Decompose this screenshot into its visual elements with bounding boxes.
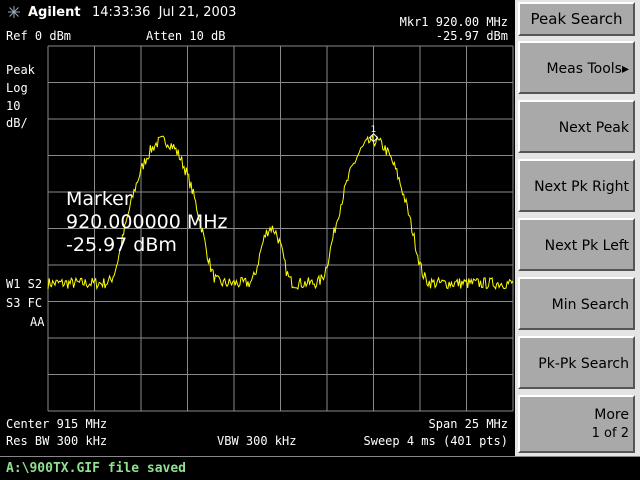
detector-mode: Peak [6,63,35,77]
sweep-time: Sweep 4 ms (401 pts) [363,434,509,448]
softkey-menu-title: Peak Search [518,2,635,36]
more-button[interactable]: More 1 of 2 [518,395,635,453]
softkey-label: Next Pk Left [544,238,629,254]
softkey-label: Meas Tools▸ [546,61,629,77]
marker-amplitude-header: -25.97 dBm [435,29,508,43]
softkey-sublabel: 1 of 2 [591,426,629,441]
meas-tools-button[interactable]: Meas Tools▸ [518,41,635,94]
next-peak-button[interactable]: Next Peak [518,100,635,153]
softkey-panel: Peak Search Meas Tools▸ Next Peak Next P… [515,0,640,456]
status-message: A:\900TX.GIF file saved [6,461,187,476]
softkey-label: More [594,407,629,423]
softkey-label: Pk-Pk Search [538,356,629,372]
min-search-button[interactable]: Min Search [518,277,635,330]
scale-type: Log [6,81,28,95]
trace-status-3: AA [30,315,45,329]
softkey-label: Min Search [551,297,629,313]
ref-level: Ref 0 dBm [6,29,72,43]
softkey-label: Next Pk Right [534,179,629,195]
marker-frequency-header: Mkr1 920.00 MHz [399,15,508,29]
analyzer-screen: Agilent 14:33:36 Jul 21, 2003 1 Ref 0 dB… [0,0,640,480]
marker-readout-amplitude: -25.97 dBm [66,234,177,256]
next-peak-left-button[interactable]: Next Pk Left [518,218,635,271]
scale-unit: dB/ [6,116,28,130]
trace-status-1: W1 S2 [6,277,43,291]
softkey-label: Next Peak [558,120,629,136]
status-bar: A:\900TX.GIF file saved [0,456,640,480]
trace-status-2: S3 FC [6,296,43,310]
video-bandwidth: VBW 300 kHz [217,434,297,448]
marker-readout-frequency: 920.000000 MHz [66,211,228,233]
pk-pk-search-button[interactable]: Pk-Pk Search [518,336,635,389]
next-peak-right-button[interactable]: Next Pk Right [518,159,635,212]
attenuation: Atten 10 dB [146,29,226,43]
scale-value: 10 [6,99,21,113]
marker-number: 1 [371,125,377,135]
marker-readout-title: Marker [66,188,132,210]
center-frequency: Center 915 MHz [6,417,108,431]
resolution-bandwidth: Res BW 300 kHz [6,434,108,448]
marker-readout: Marker 920.000000 MHz -25.97 dBm [66,188,228,257]
span: Span 25 MHz [428,417,508,431]
